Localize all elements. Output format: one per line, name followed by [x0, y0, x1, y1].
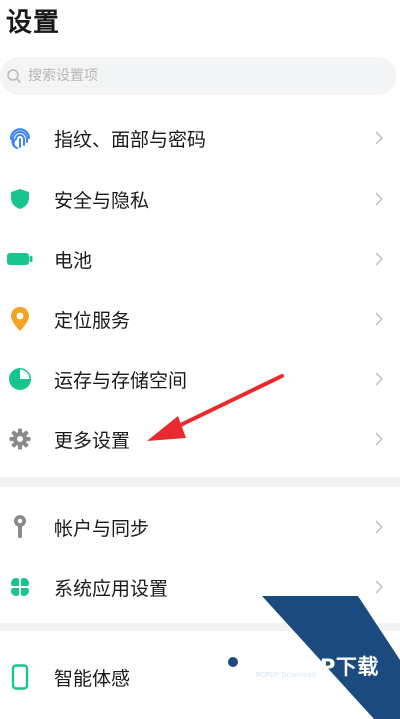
settings-item-label: 指纹、面部与密码: [54, 128, 207, 151]
gear-icon: [6, 425, 34, 453]
settings-item-label: 定位服务: [54, 309, 131, 332]
battery-icon: [6, 245, 34, 273]
phone-icon: [6, 663, 34, 691]
settings-item-label: 帐户与同步: [54, 517, 150, 540]
settings-item-system-apps[interactable]: 系统应用设置: [0, 559, 400, 615]
chevron-right-icon: [375, 372, 384, 386]
settings-item-label: 系统应用设置: [54, 577, 169, 600]
fingerprint-icon: [6, 124, 34, 152]
section-divider: [0, 477, 400, 487]
settings-item-label: 更多设置: [54, 429, 131, 452]
settings-item-label: 电池: [54, 249, 93, 272]
key-icon: [6, 513, 34, 541]
chevron-right-icon: [375, 131, 384, 145]
chevron-right-icon: [375, 432, 384, 446]
watermark-subtitle: PCPOP Download: [256, 671, 317, 679]
pie-chart-icon: [6, 365, 34, 393]
settings-item-location[interactable]: 定位服务: [0, 291, 400, 347]
shield-icon: [6, 185, 34, 213]
settings-item-label: 运存与存储空间: [54, 369, 188, 392]
chevron-right-icon: [375, 252, 384, 266]
settings-item-fingerprint[interactable]: 指纹、面部与密码: [0, 110, 400, 166]
chevron-right-icon: [375, 192, 384, 206]
chevron-right-icon: [375, 520, 384, 534]
search-icon: [7, 69, 21, 83]
page-title: 设置: [6, 8, 61, 38]
settings-item-label: 安全与隐私: [54, 189, 150, 212]
settings-item-security-privacy[interactable]: 安全与隐私: [0, 171, 400, 227]
settings-item-more-settings[interactable]: 更多设置: [0, 411, 400, 467]
search-bar[interactable]: [0, 57, 396, 95]
search-input[interactable]: [28, 68, 328, 84]
settings-item-memory-storage[interactable]: 运存与存储空间: [0, 351, 400, 407]
settings-item-label: 智能体感: [54, 667, 131, 690]
settings-item-accounts-sync[interactable]: 帐户与同步: [0, 499, 400, 555]
chevron-right-icon: [375, 580, 384, 594]
chevron-right-icon: [375, 312, 384, 326]
location-pin-icon: [6, 305, 34, 333]
section-divider: [0, 623, 400, 631]
settings-item-battery[interactable]: 电池: [0, 231, 400, 287]
apps-grid-icon: [6, 573, 34, 601]
